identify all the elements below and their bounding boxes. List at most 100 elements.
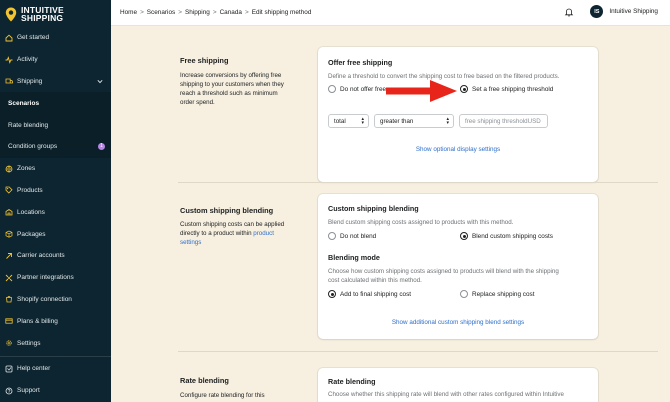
radio-add-to-final-cost[interactable]: Add to final shipping cost [328, 290, 411, 298]
sidebar-item-support[interactable]: Support [0, 380, 111, 402]
sidebar-item-label: Shopify connection [17, 295, 72, 303]
input-placeholder: free shipping threshold [465, 117, 528, 125]
breadcrumb-scenarios[interactable]: Scenarios [147, 9, 175, 16]
sidebar-item-locations[interactable]: Locations [0, 201, 111, 223]
sidebar-divider [0, 356, 111, 357]
custom-blending-section-title: Custom shipping blending [180, 206, 274, 215]
card-title: Custom shipping blending [328, 204, 419, 213]
carrier-icon [5, 252, 13, 260]
radio-button[interactable] [328, 232, 336, 240]
sidebar-item-label: Condition groups [8, 143, 58, 151]
offer-free-shipping-card: Offer free shipping Define a threshold t… [318, 47, 598, 182]
radio-label: Blend custom shipping costs [472, 232, 553, 240]
breadcrumb-separator: > [140, 9, 144, 16]
sidebar-item-activity[interactable]: Activity [0, 49, 111, 71]
shipping-icon [5, 77, 13, 85]
sidebar-item-label: Partner integrations [17, 274, 74, 282]
section-divider [178, 182, 658, 183]
operator-select[interactable]: greater than ▴ ▾ [374, 114, 454, 128]
chevron-down-icon[interactable] [97, 79, 103, 84]
radio-set-threshold[interactable]: Set a free shipping threshold [460, 85, 553, 93]
red-arrow-annotation [386, 80, 457, 102]
sidebar-item-get-started[interactable]: Get started [0, 27, 111, 49]
radio-replace-shipping-cost[interactable]: Replace shipping cost [460, 290, 535, 298]
card-icon [5, 317, 13, 325]
show-optional-display-settings-link[interactable]: Show optional display settings [318, 146, 598, 153]
input-suffix: USD [527, 117, 541, 125]
breadcrumb-canada[interactable]: Canada [220, 9, 242, 16]
sidebar-item-help-center[interactable]: Help center [0, 358, 111, 380]
user-area: IS Intuitive Shipping [564, 5, 658, 18]
sidebar-item-partner-integrations[interactable]: Partner integrations [0, 267, 111, 289]
radio-button[interactable] [328, 85, 336, 93]
sidebar-item-label: Get started [17, 34, 50, 42]
sidebar-item-shopify-connection[interactable]: Shopify connection [0, 289, 111, 311]
radio-button[interactable] [460, 85, 468, 93]
breadcrumb-separator: > [212, 9, 217, 16]
radio-do-not-offer[interactable]: Do not offer free s [328, 85, 391, 93]
sidebar-item-label: Scenarios [8, 99, 40, 107]
sidebar-item-zones[interactable]: Zones [0, 158, 111, 180]
card-description: Define a threshold to convert the shippi… [328, 73, 560, 80]
select-arrows-icon: ▴ ▾ [446, 116, 449, 126]
activity-icon [5, 55, 13, 64]
sidebar-item-label: Zones [17, 165, 36, 173]
total-select[interactable]: total ▴ ▾ [328, 114, 369, 128]
globe-icon [5, 165, 13, 173]
radio-button[interactable] [328, 290, 336, 298]
brand-logo[interactable]: INTUITIVE SHIPPING [0, 0, 111, 28]
brand-name: INTUITIVE SHIPPING [21, 5, 64, 23]
sidebar-item-scenarios[interactable]: Scenarios [0, 92, 111, 115]
main-content: Free shipping Increase conversions by of… [111, 26, 670, 402]
select-value: greater than [380, 117, 414, 125]
user-name[interactable]: Intuitive Shipping [609, 8, 658, 15]
count-badge: 1 [98, 142, 105, 150]
sidebar-item-packages[interactable]: Packages [0, 223, 111, 245]
sidebar-item-label: Support [17, 387, 40, 395]
select-arrows-icon: ▴ ▾ [361, 116, 364, 126]
free-shipping-section-title: Free shipping [180, 56, 229, 65]
help-icon [5, 365, 13, 373]
bell-icon[interactable] [564, 7, 574, 17]
home-icon [5, 34, 13, 42]
breadcrumb-separator: > [244, 9, 249, 16]
sidebar-item-shipping[interactable]: Shipping [0, 71, 111, 93]
sidebar-item-products[interactable]: Products [0, 180, 111, 202]
breadcrumb: Home > Scenarios > Shipping > Canada > E… [120, 9, 311, 16]
shopify-icon [5, 295, 13, 303]
radio-button[interactable] [460, 290, 468, 298]
breadcrumb-current: Edit shipping method [251, 9, 312, 16]
sidebar-item-carrier-accounts[interactable]: Carrier accounts [0, 245, 111, 267]
blending-mode-title: Blending mode [328, 253, 380, 262]
location-pin-logo-icon [5, 7, 17, 21]
radio-blend-custom-costs[interactable]: Blend custom shipping costs [460, 232, 553, 240]
radio-label: Do not offer free s [340, 85, 392, 93]
sidebar-item-plans-billing[interactable]: Plans & billing [0, 310, 111, 332]
custom-blending-section-desc: Custom shipping costs can be applied dir… [180, 220, 292, 247]
avatar[interactable]: IS [590, 5, 604, 18]
sidebar-item-label: Locations [17, 208, 45, 216]
breadcrumb-home[interactable]: Home [120, 9, 137, 16]
radio-button[interactable] [460, 232, 468, 240]
sidebar-item-label: Packages [17, 230, 46, 238]
sidebar-item-label: Help center [17, 365, 51, 373]
support-icon [5, 387, 13, 395]
radio-do-not-blend[interactable]: Do not blend [328, 232, 376, 240]
sidebar-item-label: Settings [17, 339, 41, 347]
rate-blending-card: Rate blending Choose whether this shippi… [318, 368, 598, 402]
sidebar-item-label: Plans & billing [17, 317, 58, 325]
card-title: Rate blending [328, 377, 376, 386]
sidebar-item-rate-blending[interactable]: Rate blending [0, 114, 111, 136]
show-blend-settings-link[interactable]: Show additional custom shipping blend se… [318, 319, 598, 326]
sidebar-item-settings[interactable]: Settings [0, 332, 111, 354]
rate-blending-section-title: Rate blending [180, 376, 229, 385]
gear-icon [5, 339, 13, 347]
breadcrumb-separator: > [178, 9, 182, 16]
free-shipping-section-desc: Increase conversions by offering free sh… [180, 72, 284, 106]
breadcrumb-shipping[interactable]: Shipping [185, 9, 210, 16]
section-divider [178, 351, 658, 352]
sidebar-item-condition-groups[interactable]: Condition groups 1 [0, 135, 111, 158]
threshold-input[interactable]: free shipping threshold USD [459, 114, 548, 128]
tag-icon [5, 186, 13, 195]
sidebar: INTUITIVE SHIPPING Get started Activity … [0, 0, 111, 402]
